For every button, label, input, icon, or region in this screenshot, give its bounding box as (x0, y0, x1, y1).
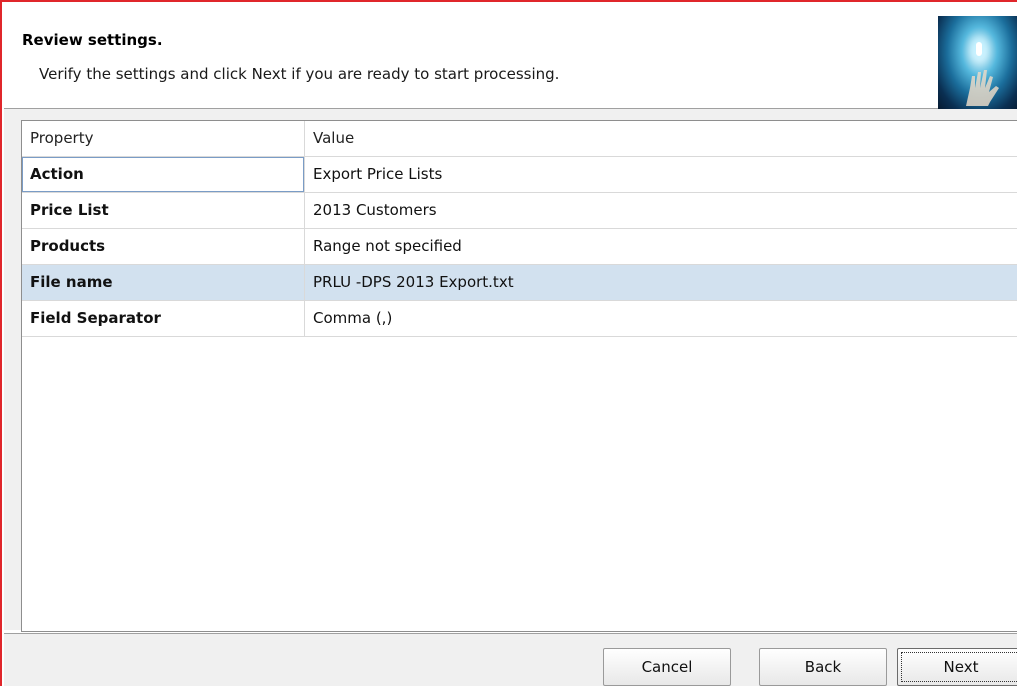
column-header-value[interactable]: Value (304, 121, 1017, 156)
property-cell[interactable]: Action (22, 157, 304, 192)
property-cell[interactable]: File name (22, 265, 304, 300)
next-button[interactable]: Next (897, 648, 1017, 686)
wizard-footer: Cancel Back Next (4, 633, 1017, 686)
value-cell[interactable]: Comma (,) (304, 301, 1017, 336)
property-cell[interactable]: Field Separator (22, 301, 304, 336)
property-cell[interactable]: Products (22, 229, 304, 264)
focus-ring (901, 652, 1017, 682)
back-button[interactable]: Back (759, 648, 887, 686)
wizard-window: Review settings. Verify the settings and… (0, 0, 1017, 686)
column-header-property[interactable]: Property (22, 121, 304, 156)
value-cell[interactable]: Export Price Lists (304, 157, 1017, 192)
table-row[interactable]: Field Separator Comma (,) (22, 301, 1017, 337)
value-cell[interactable]: 2013 Customers (304, 193, 1017, 228)
settings-grid: Property Value Action Export Price Lists… (21, 120, 1017, 632)
light-glow-icon (976, 42, 982, 56)
page-title: Review settings. (22, 31, 163, 49)
table-row[interactable]: Action Export Price Lists (22, 157, 1017, 193)
wizard-header: Review settings. Verify the settings and… (4, 4, 1017, 109)
hand-icon (966, 70, 999, 106)
content-panel: Property Value Action Export Price Lists… (4, 109, 1017, 632)
value-cell[interactable]: Range not specified (304, 229, 1017, 264)
property-cell[interactable]: Price List (22, 193, 304, 228)
table-row[interactable]: Products Range not specified (22, 229, 1017, 265)
table-row[interactable]: Price List 2013 Customers (22, 193, 1017, 229)
page-subtitle: Verify the settings and click Next if yo… (39, 65, 560, 83)
header-banner-image (938, 16, 1017, 109)
cancel-button[interactable]: Cancel (603, 648, 731, 686)
grid-header-row: Property Value (22, 121, 1017, 157)
table-row-selected[interactable]: File name PRLU -DPS 2013 Export.txt (22, 265, 1017, 301)
value-cell[interactable]: PRLU -DPS 2013 Export.txt (304, 265, 1017, 300)
